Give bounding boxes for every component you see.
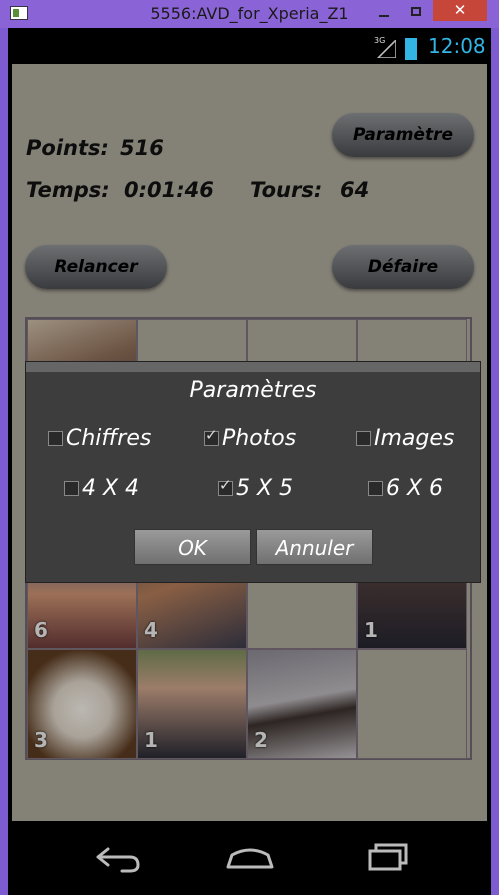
minimize-icon[interactable] (372, 4, 398, 22)
option-label: Chiffres (66, 426, 152, 451)
game-screen: Points: 516 Temps: 0:01:46 Tours: 64 Par… (12, 64, 487, 821)
option-label: 6 X 6 (386, 476, 444, 501)
4x4-checkbox[interactable] (64, 481, 79, 496)
images-checkbox[interactable] (356, 431, 371, 446)
emulator-screen: 3G 12:08 Points: 516 Temps: 0:01:46 Tour… (8, 28, 491, 895)
chiffres-checkbox[interactable] (48, 431, 63, 446)
option-photos[interactable]: Photos (204, 426, 296, 451)
maximize-icon[interactable] (404, 4, 430, 22)
navigation-bar (8, 821, 491, 895)
home-icon[interactable] (220, 837, 280, 877)
settings-dialog: Paramètres Chiffres Photos Images 4 X 4 … (25, 361, 481, 583)
dialog-header-strip (26, 362, 480, 372)
window-titlebar: 5556:AVD_for_Xperia_Z1 ✕ (0, 0, 499, 28)
status-clock: 12:08 (428, 34, 486, 58)
option-label: Photos (222, 426, 297, 451)
option-images[interactable]: Images (356, 426, 454, 451)
option-label: 5 X 5 (236, 476, 294, 501)
battery-icon (405, 38, 417, 60)
option-label: Images (374, 426, 455, 451)
recents-icon[interactable] (354, 837, 414, 877)
option-5x5[interactable]: 5 X 5 (218, 476, 293, 501)
option-4x4[interactable]: 4 X 4 (64, 476, 139, 501)
close-window-button[interactable]: ✕ (433, 0, 487, 21)
status-bar: 3G 12:08 (8, 28, 491, 64)
option-label: 4 X 4 (82, 476, 140, 501)
photos-checkbox[interactable] (204, 426, 219, 446)
option-6x6[interactable]: 6 X 6 (368, 476, 443, 501)
option-chiffres[interactable]: Chiffres (48, 426, 151, 451)
signal-icon (376, 40, 396, 58)
cancel-button[interactable]: Annuler (256, 529, 373, 565)
ok-button[interactable]: OK (134, 529, 251, 565)
6x6-checkbox[interactable] (368, 481, 383, 496)
back-icon[interactable] (86, 837, 146, 877)
dialog-title: Paramètres (189, 378, 317, 403)
5x5-checkbox[interactable] (218, 476, 233, 496)
